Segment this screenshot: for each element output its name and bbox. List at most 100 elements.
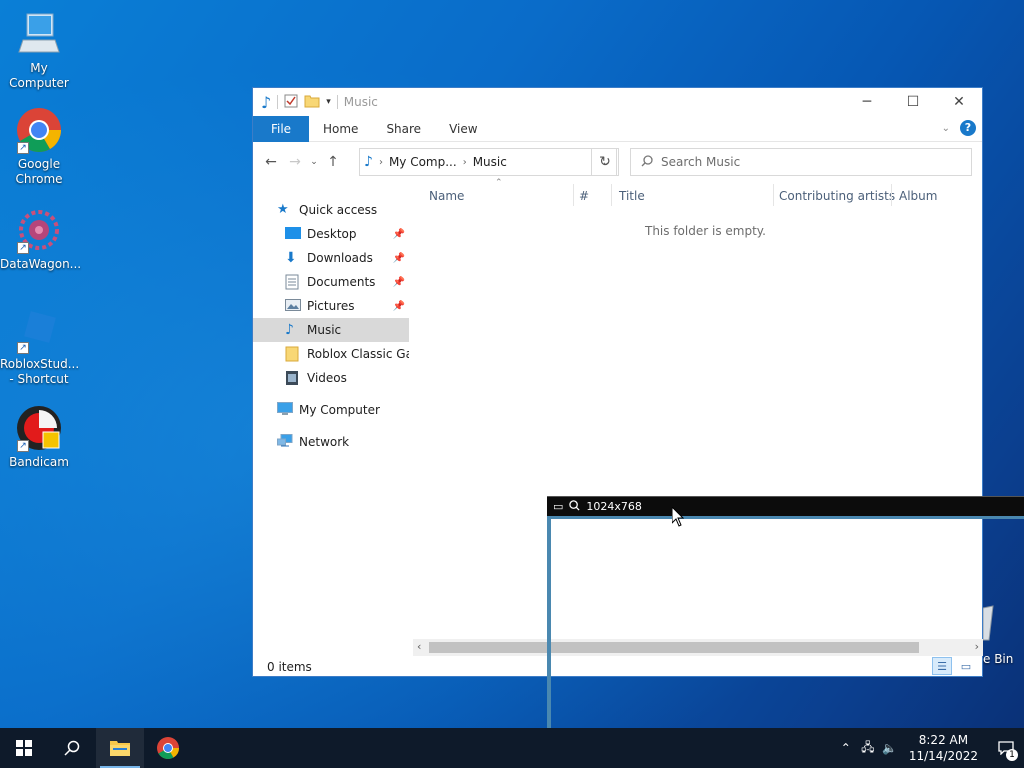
pin-icon[interactable]: 📌 — [393, 301, 405, 312]
maximize-button[interactable]: ☐ — [890, 88, 936, 116]
column-divider[interactable] — [891, 184, 892, 206]
pin-icon[interactable]: 📌 — [393, 229, 405, 240]
back-button[interactable]: ← — [259, 154, 283, 170]
nav-label: My Computer — [299, 403, 380, 417]
column-divider[interactable] — [611, 184, 612, 206]
tab-file[interactable]: File — [253, 115, 309, 142]
nav-item-music[interactable]: ♪ Music — [253, 318, 409, 342]
up-button[interactable]: ↑ — [321, 154, 345, 170]
show-hidden-icons-icon[interactable]: ⌃ — [835, 741, 857, 755]
recording-region-bar[interactable]: ▭ 1024x768 — [547, 496, 1024, 516]
nav-my-computer[interactable]: My Computer — [253, 398, 409, 422]
desktop-icon-bandicam[interactable]: ↗ Bandicam — [0, 404, 78, 470]
tab-view[interactable]: View — [435, 122, 491, 136]
scroll-right-icon[interactable]: › — [975, 640, 979, 653]
nav-item-documents[interactable]: Documents 📌 — [253, 270, 409, 294]
music-icon: ♪ — [261, 92, 272, 112]
nav-item-desktop[interactable]: Desktop 📌 — [253, 222, 409, 246]
help-icon[interactable]: ? — [960, 120, 976, 136]
clock[interactable]: 8:22 AM 11/14/2022 — [909, 732, 978, 764]
nav-item-pictures[interactable]: Pictures 📌 — [253, 294, 409, 318]
column-name[interactable]: Name — [429, 189, 464, 203]
column-contributing-artists[interactable]: Contributing artists — [779, 189, 895, 203]
refresh-button[interactable]: ↻ — [591, 148, 619, 176]
folder-icon — [285, 346, 301, 362]
shortcut-arrow-icon: ↗ — [17, 342, 29, 354]
nav-label: Desktop — [307, 227, 357, 241]
chevron-right-icon[interactable]: › — [379, 157, 383, 168]
taskbar-chrome[interactable] — [144, 728, 192, 768]
computer-icon — [277, 402, 293, 418]
chrome-icon: ↗ — [15, 106, 63, 154]
desktop-icon-roblox-studio[interactable]: ↗ RobloxStud... - Shortcut — [0, 306, 80, 387]
properties-icon[interactable] — [284, 94, 298, 111]
expand-ribbon-icon[interactable]: ⌄ — [942, 123, 950, 134]
column-number[interactable]: # — [579, 189, 589, 203]
search-input[interactable] — [661, 155, 951, 169]
column-divider[interactable] — [773, 184, 774, 206]
pin-icon[interactable]: 📌 — [393, 253, 405, 264]
customize-toolbar-icon[interactable]: ▾ — [326, 97, 331, 107]
address-bar[interactable]: ♪ › My Comp... › Music ⌄ — [359, 148, 617, 176]
pictures-icon — [285, 298, 301, 314]
desktop-icon-google-chrome[interactable]: ↗ Google Chrome — [0, 106, 78, 187]
column-album[interactable]: Album — [899, 189, 937, 203]
shortcut-arrow-icon: ↗ — [17, 440, 29, 452]
taskbar-file-explorer[interactable] — [96, 728, 144, 768]
large-icons-view-button[interactable]: ▭ — [956, 657, 976, 675]
datawagon-icon: ↗ — [15, 206, 63, 254]
scrollbar-thumb[interactable] — [429, 642, 919, 653]
close-button[interactable]: ✕ — [936, 88, 982, 116]
column-title[interactable]: Title — [619, 189, 645, 203]
breadcrumb-music[interactable]: Music — [473, 155, 507, 169]
nav-item-downloads[interactable]: ⬇ Downloads 📌 — [253, 246, 409, 270]
start-button[interactable] — [0, 728, 48, 768]
clock-time: 8:22 AM — [918, 733, 969, 747]
nav-label: Videos — [307, 371, 347, 385]
chevron-right-icon[interactable]: › — [463, 157, 467, 168]
horizontal-scrollbar[interactable]: ‹ › — [413, 639, 983, 656]
desktop-icon-label: RobloxStud... - Shortcut — [0, 357, 80, 386]
network-icon[interactable]: 🖧 — [857, 738, 879, 759]
desktop-icon-datawagon[interactable]: ↗ DataWagon... — [0, 206, 81, 272]
tab-home[interactable]: Home — [309, 122, 372, 136]
volume-icon[interactable]: 🔈 — [879, 741, 901, 755]
details-view-button[interactable]: ☰ — [932, 657, 952, 675]
separator — [336, 95, 338, 109]
roblox-studio-icon: ↗ — [15, 306, 63, 354]
forward-button[interactable]: → — [283, 154, 307, 170]
notification-count-badge: 1 — [1006, 749, 1018, 761]
zoom-icon[interactable] — [569, 499, 580, 514]
notification-center-button[interactable]: 1 — [988, 741, 1024, 761]
search-icon — [64, 740, 80, 756]
recycle-bin-icon[interactable] — [982, 600, 1003, 642]
title-bar[interactable]: ♪ ▾ Music ─ ☐ ✕ — [253, 88, 982, 116]
nav-network[interactable]: Network — [253, 430, 409, 454]
pin-icon[interactable]: 📌 — [393, 277, 405, 288]
minimize-button[interactable]: ─ — [844, 88, 890, 116]
documents-icon — [285, 274, 301, 290]
search-box[interactable] — [630, 148, 972, 176]
window-icon[interactable]: ▭ — [553, 500, 563, 513]
system-tray: ⌃ 🖧 🔈 8:22 AM 11/14/2022 1 — [835, 728, 1024, 768]
window-title: Music — [343, 95, 378, 109]
scroll-left-icon[interactable]: ‹ — [417, 640, 421, 653]
nav-item-videos[interactable]: Videos — [253, 366, 409, 390]
chrome-icon — [157, 737, 179, 759]
tab-share[interactable]: Share — [372, 122, 435, 136]
windows-logo-icon — [16, 740, 32, 756]
desktop-icon-my-computer[interactable]: My Computer — [0, 10, 78, 91]
breadcrumb-my-computer[interactable]: My Comp... — [389, 155, 457, 169]
column-divider[interactable] — [573, 184, 574, 206]
music-icon: ♪ — [285, 322, 294, 338]
downloads-icon: ⬇ — [285, 250, 297, 266]
file-list: ⌃ Name # Title Contributing artists Albu… — [413, 178, 983, 238]
nav-quick-access[interactable]: ★ Quick access — [253, 198, 409, 222]
desktop-icon-label: Bandicam — [9, 455, 69, 469]
mouse-cursor-icon — [671, 505, 685, 527]
new-folder-icon[interactable] — [304, 94, 320, 111]
recent-locations-button[interactable]: ⌄ — [307, 157, 321, 167]
explorer-window: ♪ ▾ Music ─ ☐ ✕ File Home Share View ⌄ ? — [252, 87, 983, 677]
nav-item-roblox-classic-games[interactable]: Roblox Classic Gam — [253, 342, 409, 366]
search-button[interactable] — [48, 728, 96, 768]
